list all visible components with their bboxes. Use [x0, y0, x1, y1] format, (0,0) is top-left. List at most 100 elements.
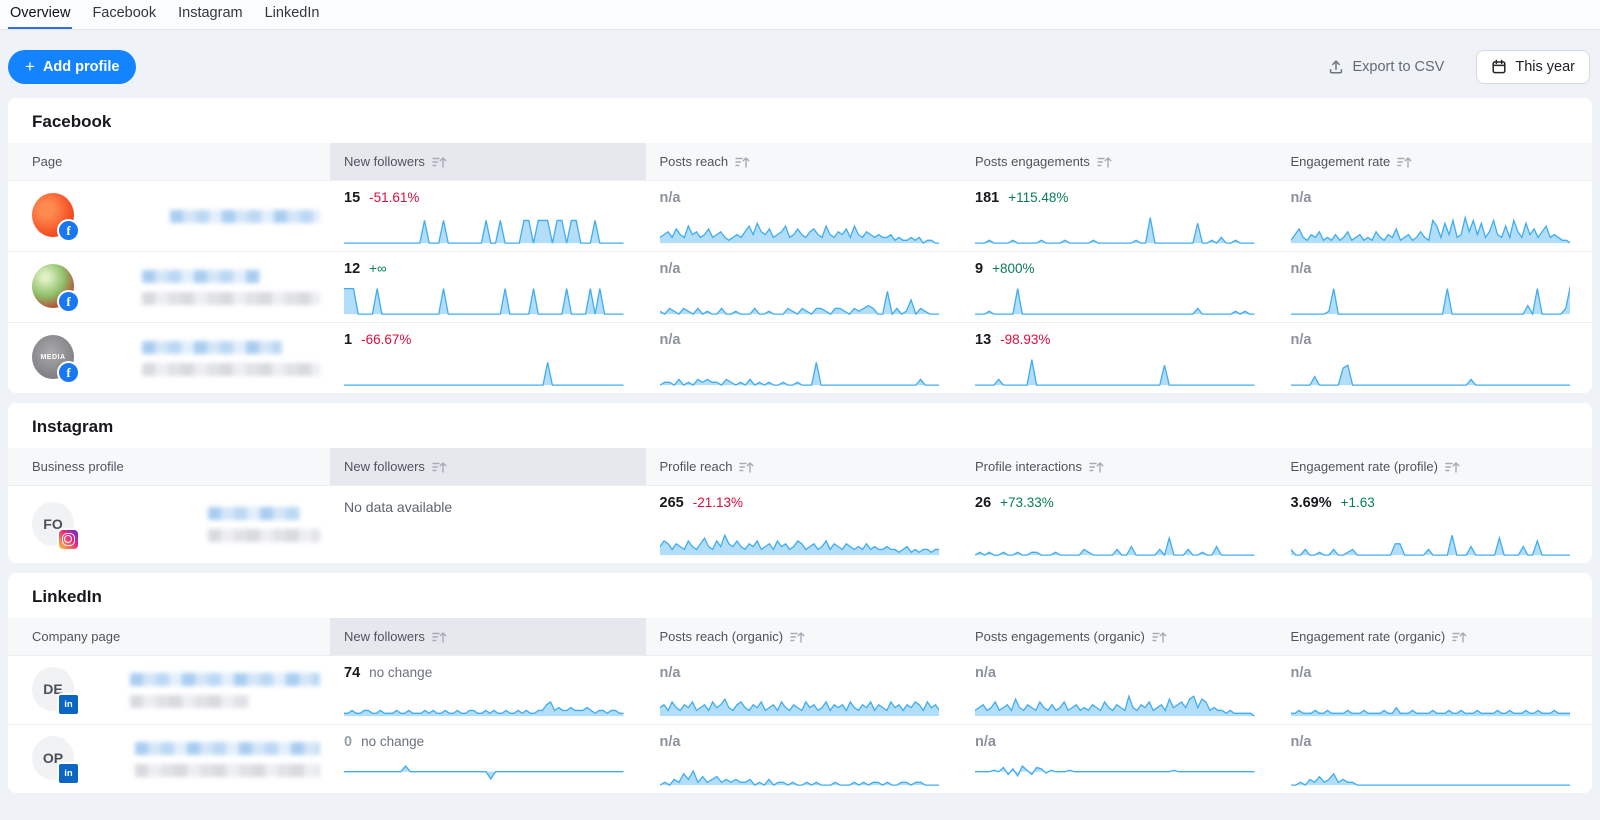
- add-profile-button[interactable]: + Add profile: [8, 50, 136, 84]
- column-header-engagement-rate-organic[interactable]: Engagement rate (organic): [1277, 618, 1593, 655]
- column-header-profile-reach[interactable]: Profile reach: [646, 448, 962, 485]
- sort-ascending-icon: [1452, 631, 1467, 644]
- sort-ascending-icon: [739, 461, 754, 474]
- column-header-posts-reach[interactable]: Posts reach: [646, 143, 962, 180]
- facebook-badge-icon: f: [57, 290, 80, 313]
- calendar-icon: [1491, 59, 1507, 75]
- metric-cell: n/a: [1277, 323, 1593, 393]
- column-header-label: Posts engagements: [975, 154, 1090, 169]
- section-title: Instagram: [8, 403, 1592, 448]
- redacted-text-block: [170, 210, 320, 223]
- metric-value: 9: [975, 261, 983, 277]
- redacted-text-block: [135, 764, 320, 777]
- column-header-profile-interactions[interactable]: Profile interactions: [961, 448, 1277, 485]
- sparkline-chart: [344, 282, 624, 316]
- metric-cell: No data available: [330, 486, 646, 563]
- section-card-linkedin: LinkedInCompany pageNew followersPosts r…: [8, 573, 1592, 793]
- export-csv-button[interactable]: Export to CSV: [1322, 58, 1450, 76]
- profile-cell[interactable]: MEDIAf: [8, 323, 330, 393]
- avatar: DEin: [32, 667, 76, 713]
- metric-cell: n/a: [961, 725, 1277, 793]
- tab-facebook[interactable]: Facebook: [90, 2, 158, 30]
- metric-value-line: n/a: [660, 665, 940, 681]
- metric-value: 1: [344, 332, 352, 348]
- table-row: MEDIAf1-66.67%n/a13-98.93%n/a: [8, 322, 1592, 393]
- metric-cell: n/a: [646, 323, 962, 393]
- sort-ascending-icon: [1097, 156, 1112, 169]
- column-header-label: Engagement rate (organic): [1291, 629, 1446, 644]
- column-header-posts-engagements[interactable]: Posts engagements: [961, 143, 1277, 180]
- column-header-label: Profile reach: [660, 459, 733, 474]
- column-header-new-followers[interactable]: New followers: [330, 143, 646, 180]
- section-card-facebook: FacebookPageNew followersPosts reachPost…: [8, 98, 1592, 393]
- tab-overview[interactable]: Overview: [8, 2, 72, 30]
- metric-value: 12: [344, 261, 360, 277]
- tab-instagram[interactable]: Instagram: [176, 2, 244, 30]
- metric-cell: 26+73.33%: [961, 486, 1277, 563]
- sparkline-chart: [975, 211, 1255, 245]
- metric-delta: no change: [361, 734, 424, 749]
- metric-cell: 3.69%+1.63: [1277, 486, 1593, 563]
- redacted-text-block: [142, 341, 282, 354]
- metric-delta: no change: [369, 665, 432, 680]
- metric-value-line: 26+73.33%: [975, 495, 1255, 511]
- redacted-text-block: [142, 292, 320, 305]
- column-header-new-followers[interactable]: New followers: [330, 448, 646, 485]
- metric-cell: n/a: [646, 656, 962, 724]
- redacted-text-block: [142, 363, 320, 376]
- redacted-text-block: [142, 270, 260, 283]
- metric-value: 181: [975, 190, 999, 206]
- column-header-label: New followers: [344, 629, 425, 644]
- profile-cell[interactable]: f: [8, 252, 330, 322]
- metric-cell: 181 +115.48%: [961, 181, 1277, 251]
- sparkline-chart: [344, 753, 624, 787]
- metric-value: n/a: [660, 261, 681, 277]
- column-header-posts-engagements-organic[interactable]: Posts engagements (organic): [961, 618, 1277, 655]
- metric-delta: -66.67%: [361, 332, 411, 347]
- date-range-label: This year: [1515, 59, 1575, 75]
- profile-cell[interactable]: f: [8, 181, 330, 251]
- sort-ascending-icon: [1089, 461, 1104, 474]
- metric-cell: 12+∞: [330, 252, 646, 322]
- instagram-badge-icon: [57, 528, 80, 551]
- date-range-button[interactable]: This year: [1476, 50, 1590, 84]
- profile-cell[interactable]: DEin: [8, 656, 330, 724]
- sparkline-chart: [660, 353, 940, 387]
- metric-value: n/a: [660, 665, 681, 681]
- metric-cell: n/a: [1277, 656, 1593, 724]
- metric-value: n/a: [1291, 261, 1312, 277]
- section-title: LinkedIn: [8, 573, 1592, 618]
- metric-value-line: n/a: [975, 734, 1255, 750]
- metric-value-line: n/a: [1291, 665, 1571, 681]
- tab-linkedin[interactable]: LinkedIn: [263, 2, 322, 30]
- toolbar-right: Export to CSV This year: [1322, 50, 1590, 84]
- metric-value-line: 3.69%+1.63: [1291, 495, 1571, 511]
- sparkline-chart: [660, 523, 940, 557]
- metric-cell: 74no change: [330, 656, 646, 724]
- sparkline-chart: [1291, 753, 1571, 787]
- column-header-posts-reach-organic[interactable]: Posts reach (organic): [646, 618, 962, 655]
- metric-value-line: 74no change: [344, 665, 624, 681]
- metric-cell: n/a: [646, 725, 962, 793]
- metric-value-line: n/a: [660, 190, 940, 206]
- column-header-engagement-rate-profile[interactable]: Engagement rate (profile): [1277, 448, 1593, 485]
- metric-value-line: n/a: [660, 332, 940, 348]
- metric-cell: 0no change: [330, 725, 646, 793]
- column-header-label: Engagement rate (profile): [1291, 459, 1438, 474]
- metric-delta: +115.48%: [1008, 190, 1068, 205]
- metric-value-line: 265-21.13%: [660, 495, 940, 511]
- column-header-label: New followers: [344, 154, 425, 169]
- column-header-label: Posts reach (organic): [660, 629, 784, 644]
- metric-value: n/a: [1291, 332, 1312, 348]
- add-profile-label: Add profile: [43, 59, 120, 75]
- metric-cell: 9+800%: [961, 252, 1277, 322]
- metric-cell: 1 -66.67%: [330, 323, 646, 393]
- column-header-new-followers[interactable]: New followers: [330, 618, 646, 655]
- sort-ascending-icon: [432, 631, 447, 644]
- profile-cell[interactable]: OPin: [8, 725, 330, 793]
- table-row: f 12+∞ n/a 9+800% n/a: [8, 251, 1592, 322]
- metric-value-line: 12+∞: [344, 261, 624, 277]
- column-header-engagement-rate[interactable]: Engagement rate: [1277, 143, 1593, 180]
- section-title: Facebook: [8, 98, 1592, 143]
- profile-cell[interactable]: FO: [8, 486, 330, 563]
